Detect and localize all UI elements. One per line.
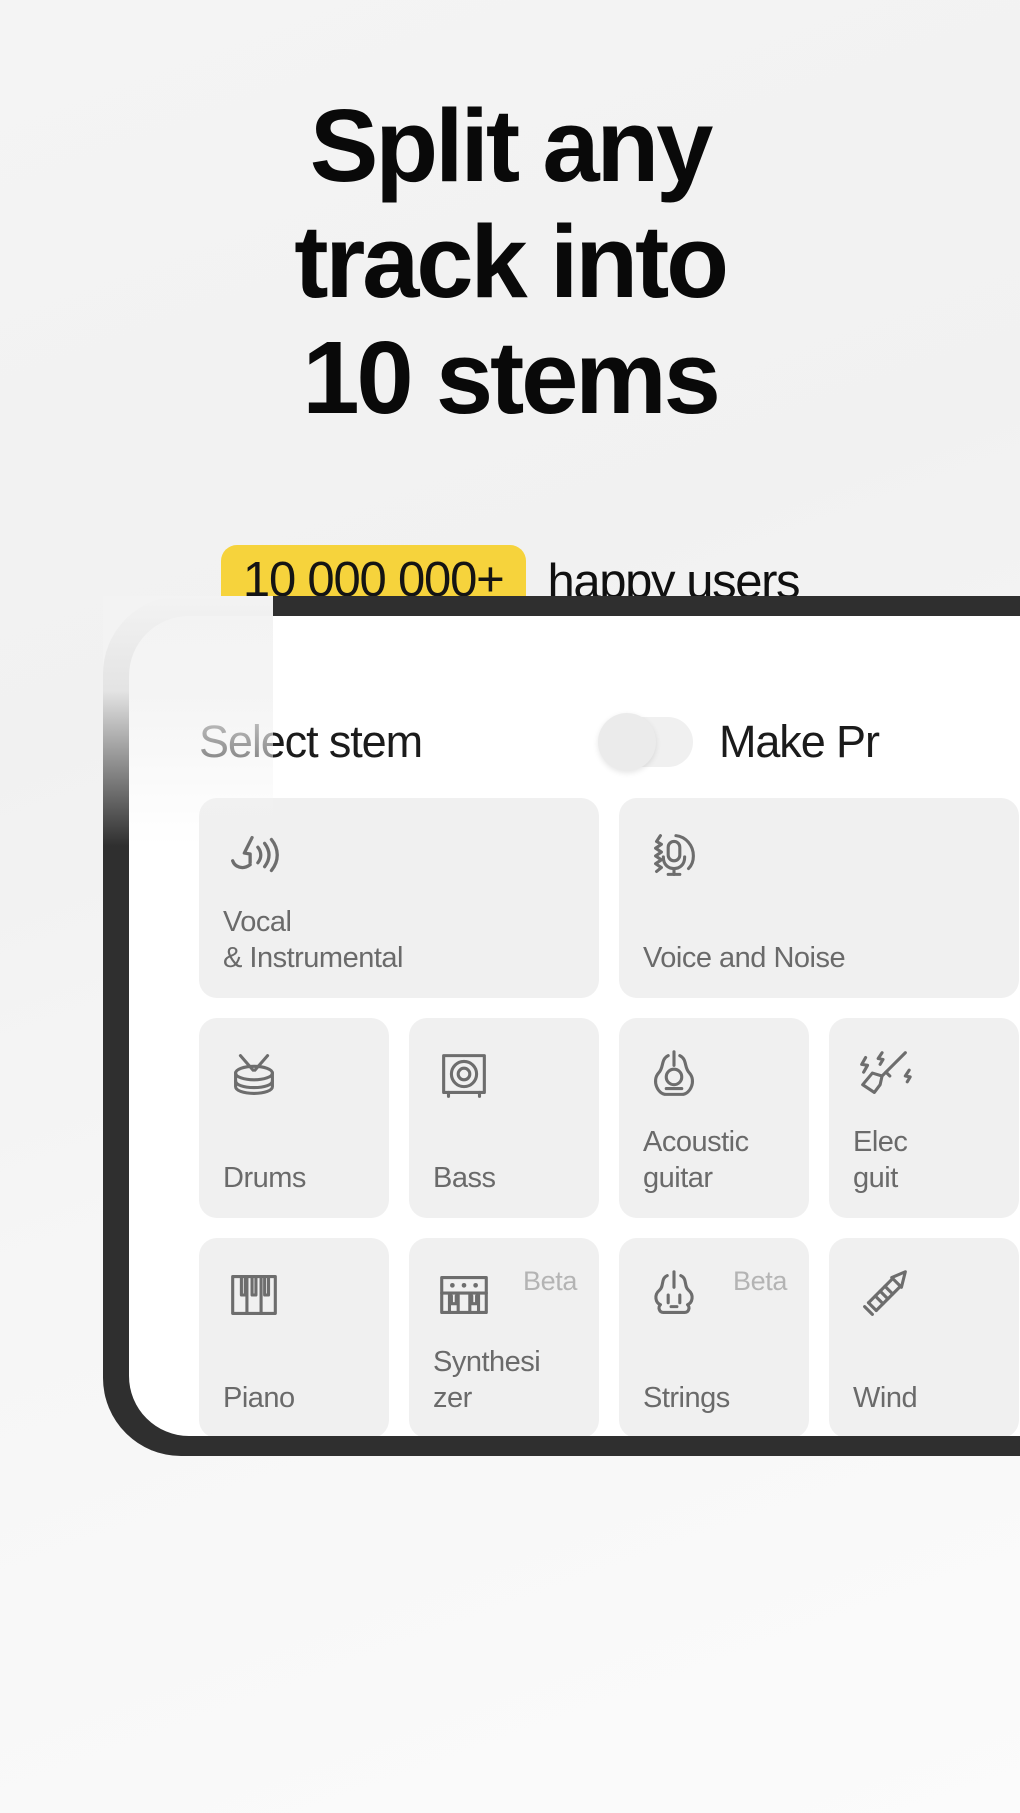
stem-tile-piano[interactable]: Piano xyxy=(199,1238,389,1436)
strings-icon xyxy=(643,1264,705,1326)
panel-header: Select stem Make Pr xyxy=(199,713,1020,771)
bass-icon xyxy=(433,1044,495,1106)
stem-tile-label: Acoustic guitar xyxy=(643,1126,749,1194)
stem-tile-vocal-instrumental[interactable]: Vocal & Instrumental xyxy=(199,798,599,998)
beta-badge: Beta xyxy=(733,1266,787,1296)
stem-tile-strings[interactable]: Beta Strings xyxy=(619,1238,809,1436)
stem-tile-voice-and-noise[interactable]: Voice and Noise xyxy=(619,798,1019,998)
stem-tile-electric-guitar[interactable]: Elec guit xyxy=(829,1018,1019,1218)
phone-screen: Select stem Make Pr Vocal & Instrumental… xyxy=(129,616,1020,1436)
stem-tile-label: Drums xyxy=(223,1162,306,1194)
stem-tile-label: Elec guit xyxy=(853,1126,908,1194)
stem-tile-label: Wind xyxy=(853,1382,918,1414)
vocal-instrumental-icon xyxy=(223,824,285,886)
toggle-knob[interactable] xyxy=(598,713,656,771)
beta-badge: Beta xyxy=(523,1266,577,1296)
stem-tile-synthesizer[interactable]: Beta Synthesi zer xyxy=(409,1238,599,1436)
stem-tile-label: Piano xyxy=(223,1382,295,1414)
piano-icon xyxy=(223,1264,285,1326)
stem-row: Piano Beta Synthesi zer Beta Strings Win… xyxy=(199,1238,1020,1436)
stem-tile-label: Synthesi zer xyxy=(433,1346,541,1414)
stem-tile-label: Bass xyxy=(433,1162,496,1194)
synthesizer-icon xyxy=(433,1264,495,1326)
stem-selection-panel: Select stem Make Pr Vocal & Instrumental… xyxy=(129,616,1020,1436)
make-pro-row: Make Pr xyxy=(598,713,880,771)
stem-tile-drums[interactable]: Drums xyxy=(199,1018,389,1218)
stem-tile-winds[interactable]: Wind xyxy=(829,1238,1019,1436)
page-title: Split any track into 10 stems xyxy=(294,88,729,435)
panel-title: Select stem xyxy=(199,716,423,767)
drums-icon xyxy=(223,1044,285,1106)
stem-tile-label: Voice and Noise xyxy=(643,942,846,974)
stem-tile-label: Strings xyxy=(643,1382,730,1414)
promo-screenshot: Split any track into 10 stems 10 000 000… xyxy=(0,0,1020,1813)
make-pro-toggle[interactable] xyxy=(598,713,693,771)
make-pro-label: Make Pr xyxy=(719,716,880,767)
stem-tile-label: Vocal & Instrumental xyxy=(223,906,403,974)
stem-row: Drums Bass Acoustic guitar Elec guit xyxy=(199,1018,1020,1218)
acoustic-guitar-icon xyxy=(643,1044,705,1106)
voice-noise-icon xyxy=(643,824,705,886)
stem-row: Vocal & Instrumental Voice and Noise xyxy=(199,798,1020,998)
electric-guitar-icon xyxy=(853,1044,915,1106)
stem-tile-acoustic-guitar[interactable]: Acoustic guitar xyxy=(619,1018,809,1218)
phone-mockup: Select stem Make Pr Vocal & Instrumental… xyxy=(103,596,1020,1456)
hero-section: Split any track into 10 stems xyxy=(0,88,1020,436)
stem-tile-bass[interactable]: Bass xyxy=(409,1018,599,1218)
stem-grid: Vocal & Instrumental Voice and Noise Dru… xyxy=(199,798,1020,1436)
winds-icon xyxy=(853,1264,915,1326)
